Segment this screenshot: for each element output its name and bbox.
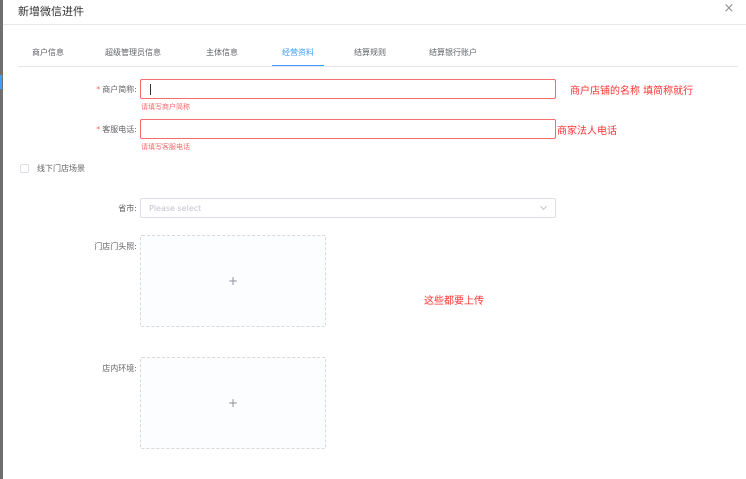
required-mark: * <box>96 125 101 134</box>
tab-merchant-info[interactable]: 商户信息 <box>32 40 64 66</box>
required-mark: * <box>96 85 101 94</box>
dialog-title: 新增微信进件 <box>18 5 84 18</box>
tab-entity-info[interactable]: 主体信息 <box>206 40 238 66</box>
service-phone-annotation: 商家法人电话 <box>557 126 617 137</box>
header-divider <box>3 24 746 25</box>
offline-store-checkbox[interactable] <box>20 164 29 173</box>
service-phone-label: * 客服电话: <box>96 125 137 134</box>
merchant-short-name-annotation: 商户店铺的名称 填简称就行 <box>570 86 694 97</box>
merchant-short-name-label: * 商户简称: <box>96 85 137 94</box>
tab-settlement-rules[interactable]: 结算规则 <box>354 40 386 66</box>
tab-super-admin-info[interactable]: 超级管理员信息 <box>105 40 161 66</box>
store-front-photo-label: 门店门头照: <box>94 242 137 251</box>
backdrop-edge-highlight <box>0 75 2 89</box>
plus-icon: + <box>227 396 239 410</box>
province-city-label: 省市: <box>118 204 137 213</box>
store-interior-label: 店内环境: <box>102 364 137 373</box>
select-placeholder: Please select <box>149 204 202 213</box>
service-phone-error: 请填写客服电话 <box>141 143 190 151</box>
tab-settlement-bank-account[interactable]: 结算银行账户 <box>429 40 477 66</box>
text-caret <box>150 84 151 95</box>
offline-store-label: 线下门店场景 <box>37 164 85 173</box>
merchant-short-name-error: 请填写商户简称 <box>141 103 190 111</box>
tabs-divider <box>18 66 738 67</box>
province-city-select[interactable]: Please select <box>140 198 556 218</box>
upload-required-annotation: 这些都要上传 <box>424 296 484 307</box>
chevron-down-icon <box>539 202 548 211</box>
wechat-onboarding-dialog: 新增微信进件 × 商户信息 超级管理员信息 主体信息 经营资料 结算规则 结算银… <box>3 0 746 479</box>
close-icon[interactable]: × <box>721 1 737 17</box>
merchant-short-name-input[interactable] <box>140 79 556 99</box>
tab-business-materials[interactable]: 经营资料 <box>272 40 324 67</box>
store-interior-upload[interactable]: + <box>140 357 326 449</box>
plus-icon: + <box>227 274 239 288</box>
service-phone-input[interactable] <box>140 119 556 139</box>
tab-bar: 商户信息 超级管理员信息 主体信息 经营资料 结算规则 结算银行账户 <box>18 40 738 67</box>
store-front-photo-upload[interactable]: + <box>140 235 326 327</box>
